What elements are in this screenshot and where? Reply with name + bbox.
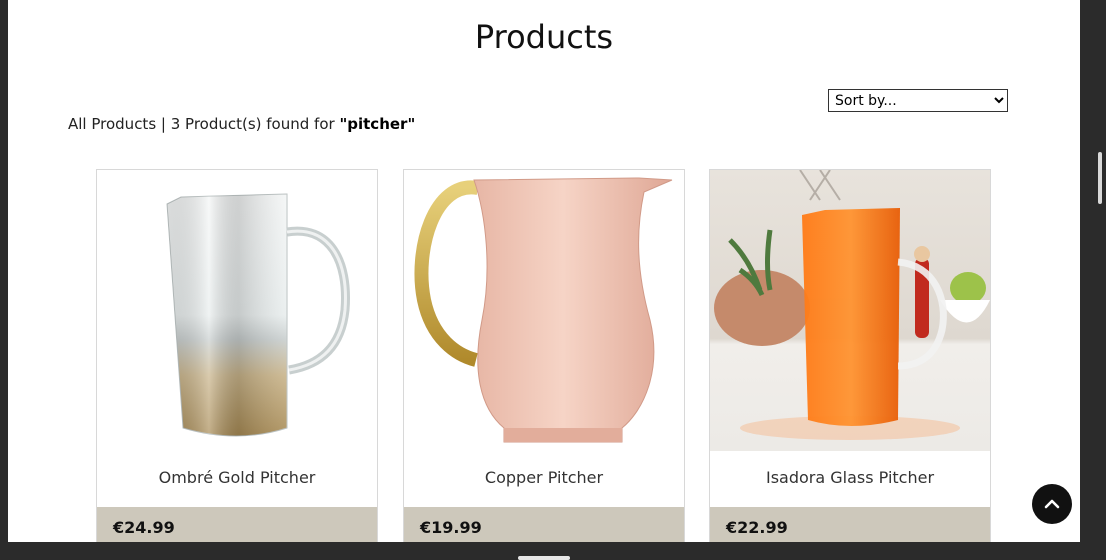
page-title: Products xyxy=(474,18,614,56)
products-page: Products Sort by... All Products | 3 Pro… xyxy=(8,0,1080,542)
product-image[interactable] xyxy=(404,170,684,451)
product-image[interactable] xyxy=(97,170,377,451)
product-price: €19.99 xyxy=(420,518,482,537)
bottom-handle xyxy=(518,556,570,560)
scrollbar-thumb[interactable] xyxy=(1098,152,1102,204)
product-card[interactable]: Isadora Glass Pitcher €22.99 xyxy=(709,169,991,542)
back-to-top-button[interactable] xyxy=(1032,484,1072,524)
product-name[interactable]: Ombré Gold Pitcher xyxy=(97,468,377,487)
product-image[interactable] xyxy=(710,170,990,451)
price-bar: €24.99 xyxy=(97,507,377,542)
sort-select[interactable]: Sort by... xyxy=(828,89,1008,112)
product-price: €22.99 xyxy=(726,518,788,537)
price-bar: €22.99 xyxy=(710,507,990,542)
product-name[interactable]: Copper Pitcher xyxy=(404,468,684,487)
price-bar: €19.99 xyxy=(404,507,684,542)
results-summary: All Products | 3 Product(s) found for "p… xyxy=(68,115,415,133)
product-name[interactable]: Isadora Glass Pitcher xyxy=(710,468,990,487)
results-query: "pitcher" xyxy=(339,115,416,133)
results-prefix: All Products | 3 Product(s) found for xyxy=(68,115,340,133)
product-card[interactable]: Ombré Gold Pitcher €24.99 xyxy=(96,169,378,542)
product-card[interactable]: Copper Pitcher €19.99 xyxy=(403,169,685,542)
chevron-up-icon xyxy=(1044,499,1060,509)
product-price: €24.99 xyxy=(113,518,175,537)
